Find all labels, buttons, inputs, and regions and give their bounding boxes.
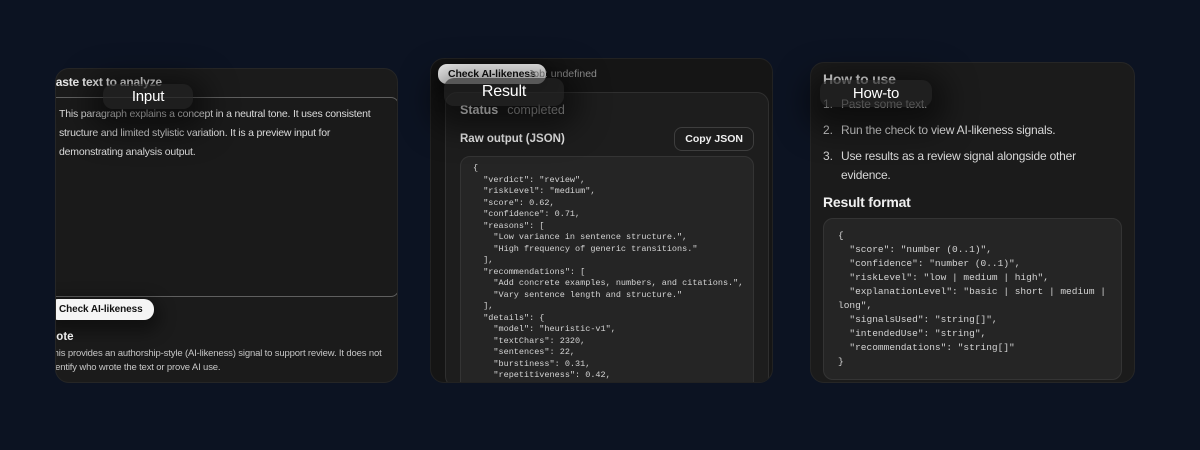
annotation-chip-input: Input	[103, 84, 193, 109]
step-text: Run the check to view AI-likeness signal…	[841, 123, 1056, 137]
annotation-chip-howto: How-to	[820, 80, 932, 107]
note-body: This provides an authorship-style (AI-li…	[55, 348, 382, 373]
help-panel: How to use 1. Paste some text. 2. Run th…	[810, 62, 1135, 383]
annotation-chip-result: Result	[444, 78, 564, 106]
annotation-chip-input-label: Input	[131, 88, 165, 105]
result-panel: Check AI-likeness Job: undefined Status …	[430, 58, 773, 383]
result-format-schema: { "score": "number (0..1)", "confidence"…	[823, 218, 1122, 380]
text-input-value: This paragraph explains a concept in a n…	[59, 108, 371, 158]
step-item: 3. Use results as a review signal alongs…	[823, 147, 1122, 185]
annotation-chip-howto-label: How-to	[852, 85, 900, 102]
result-format-title: Result format	[823, 194, 911, 210]
raw-output-row: Raw output (JSON) Copy JSON	[460, 127, 754, 151]
result-card: Status completed Raw output (JSON) Copy …	[445, 92, 769, 382]
how-to-steps: 1. Paste some text. 2. Run the check to …	[823, 95, 1122, 185]
raw-json-output: { "verdict": "review", "riskLevel": "med…	[460, 156, 754, 382]
step-number: 3.	[823, 149, 834, 163]
result-format-text: { "score": "number (0..1)", "confidence"…	[838, 230, 1106, 367]
text-input[interactable]: This paragraph explains a concept in a n…	[56, 97, 397, 297]
check-ai-likeness-button[interactable]: Check AI-likeness	[56, 299, 154, 320]
step-number: 2.	[823, 123, 834, 137]
raw-output-label: Raw output (JSON)	[460, 133, 565, 145]
step-item: 2. Run the check to view AI-likeness sig…	[823, 121, 1122, 140]
copy-json-button[interactable]: Copy JSON	[674, 127, 754, 151]
annotation-chip-result-label: Result	[481, 83, 527, 100]
step-text: Use results as a review signal alongside…	[841, 149, 1076, 182]
input-panel: Paste text to analyze This paragraph exp…	[55, 68, 398, 383]
raw-json-text: { "verdict": "review", "riskLevel": "med…	[473, 163, 744, 382]
note-title: Note	[56, 331, 74, 343]
